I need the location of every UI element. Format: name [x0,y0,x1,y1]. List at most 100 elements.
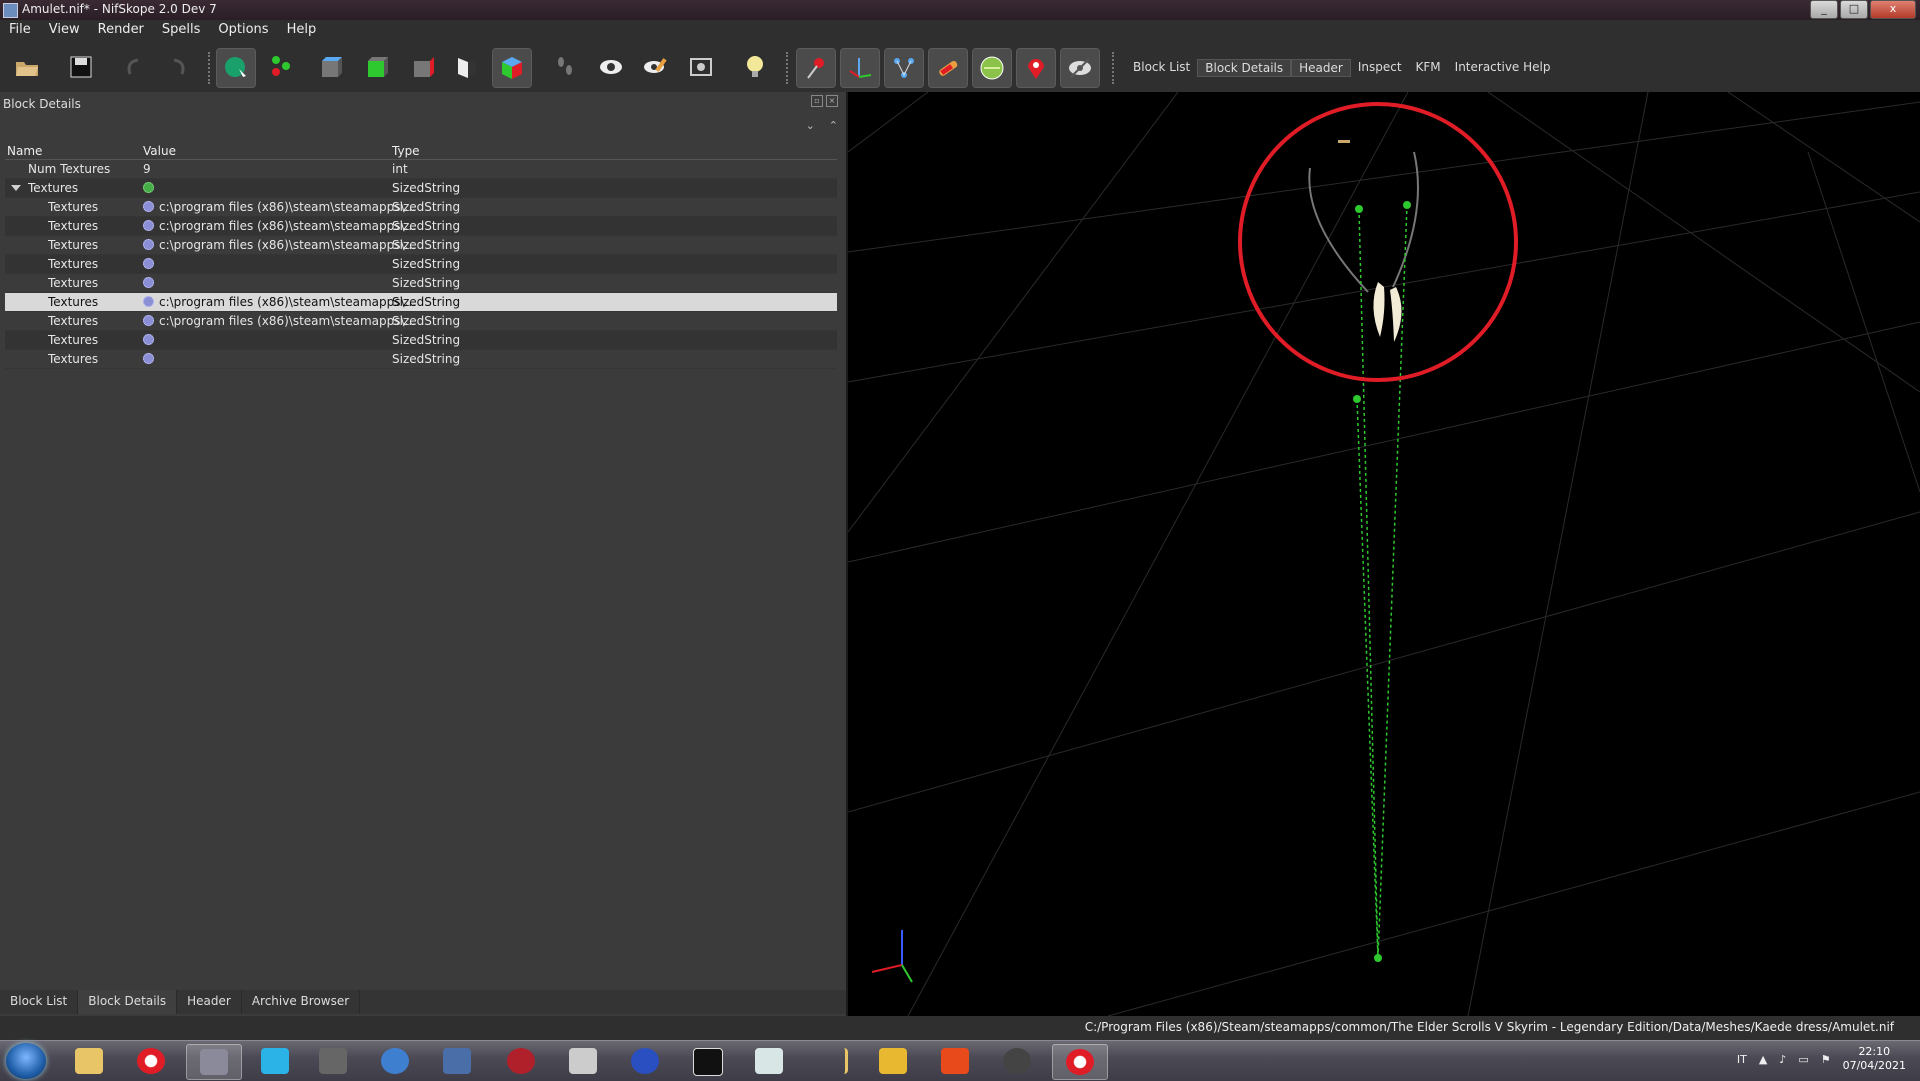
network-tray-icon[interactable]: ▭ [1798,1053,1808,1066]
view-top-button[interactable] [312,48,350,86]
lighting-button[interactable] [736,48,774,86]
language-indicator[interactable]: IT [1737,1053,1747,1066]
show-skeleton-button[interactable] [884,48,924,88]
table-row[interactable]: Textures c:\program files (x86)\steam\st… [5,236,837,255]
show-markers-button[interactable] [972,48,1012,88]
column-name[interactable]: Name [7,144,42,158]
taskbar-pen[interactable] [430,1044,484,1078]
table-row[interactable]: Textures SizedString [5,255,837,274]
taskbar-nifskope[interactable] [186,1044,242,1080]
table-row[interactable]: Textures c:\program files (x86)\steam\st… [5,198,837,217]
maximize-button[interactable]: □ [1840,0,1868,19]
walk-mode-button[interactable] [546,48,584,86]
toolbar-grip-3[interactable] [1112,52,1118,84]
screenshot-button[interactable] [682,48,720,86]
redo-button[interactable] [158,48,196,86]
gear-icon[interactable] [143,353,154,364]
gear-icon[interactable] [143,296,154,307]
close-button[interactable]: x [1870,0,1916,19]
menu-help[interactable]: Help [278,20,326,42]
link-interactive-help[interactable]: Interactive Help [1448,59,1558,77]
gear-icon[interactable] [143,201,154,212]
menu-file[interactable]: File [0,20,40,42]
volume-icon[interactable]: ♪ [1779,1053,1786,1066]
taskbar-window[interactable] [742,1044,796,1078]
taskbar-speaker[interactable] [306,1044,360,1078]
taskbar-spider[interactable] [494,1044,548,1078]
collapse-all-icon[interactable]: ⌃ [829,119,838,132]
table-row[interactable]: Textures SizedString [5,331,837,350]
table-row[interactable]: Num Textures 9 int [5,160,837,179]
table-row[interactable]: Textures SizedString [5,274,837,293]
save-button[interactable] [62,48,100,86]
gear-icon[interactable] [143,220,154,231]
toolbar-grip-2[interactable] [786,52,792,84]
taskbar-opera-2[interactable] [1052,1044,1108,1080]
float-icon[interactable]: ▫ [811,95,823,107]
gear-icon[interactable] [143,315,154,326]
undo-button[interactable] [116,48,154,86]
taskbar-file-explorer[interactable] [62,1044,116,1078]
start-button[interactable] [6,1043,46,1079]
select-vertex-button[interactable] [262,48,300,86]
view-side-button[interactable] [404,48,442,86]
view-front-button[interactable] [358,48,396,86]
row-value[interactable]: c:\program files (x86)\steam\steamapps\.… [159,200,416,214]
gear-icon[interactable] [143,334,154,345]
taskbar-f-app[interactable] [928,1044,982,1078]
taskbar-arrow[interactable] [804,1044,858,1078]
gear-icon[interactable] [143,258,154,269]
link-kfm[interactable]: KFM [1409,59,1448,77]
column-value[interactable]: Value [143,144,176,158]
menu-spells[interactable]: Spells [153,20,210,42]
taskbar-nmm[interactable] [680,1044,734,1078]
menu-options[interactable]: Options [209,20,277,42]
table-row[interactable]: Textures c:\program files (x86)\steam\st… [5,312,837,331]
link-header[interactable]: Header [1291,59,1351,77]
amulet-model[interactable] [1308,140,1419,342]
link-block-list[interactable]: Block List [1126,59,1197,77]
tab-archive-browser[interactable]: Archive Browser [242,990,361,1014]
show-hidden-button[interactable] [592,48,630,86]
taskbar-creation-kit[interactable] [990,1044,1044,1078]
toolbar-grip[interactable] [208,52,214,84]
row-value[interactable]: c:\program files (x86)\steam\steamapps\.… [159,295,416,309]
tray-expand-icon[interactable]: ▲ [1759,1053,1767,1066]
row-value[interactable]: c:\program files (x86)\steam\steamapps\.… [159,238,416,252]
row-value[interactable]: 9 [143,162,151,176]
expand-all-icon[interactable]: ⌄ [806,119,815,132]
taskbar-headphones[interactable] [618,1044,672,1078]
table-row[interactable]: Textures c:\program files (x86)\steam\st… [5,217,837,236]
collapse-arrow-icon[interactable] [11,185,21,191]
load-button[interactable] [8,48,46,86]
taskbar-music[interactable] [248,1044,302,1078]
gear-icon[interactable] [143,277,154,288]
select-object-button[interactable] [216,48,256,88]
show-constraints-button[interactable] [928,48,968,88]
refresh-icon[interactable] [143,182,154,193]
table-row-selected[interactable]: Textures c:\program files (x86)\steam\st… [5,293,837,312]
3d-viewport[interactable] [848,92,1920,1016]
nifskope-app-icon[interactable] [3,3,18,18]
tab-block-details[interactable]: Block Details [78,990,178,1014]
minimize-button[interactable]: _ [1810,0,1838,19]
column-type[interactable]: Type [392,144,420,158]
gear-icon[interactable] [143,239,154,250]
close-icon[interactable]: × [826,95,838,107]
hide-button[interactable] [1060,48,1100,88]
row-value[interactable]: c:\program files (x86)\steam\steamapps\.… [159,314,416,328]
link-inspect[interactable]: Inspect [1351,59,1409,77]
taskbar-ffdec[interactable] [368,1044,422,1078]
table-row[interactable]: Textures SizedString [5,350,837,369]
show-havok-button[interactable] [1016,48,1056,88]
view-user-button[interactable] [492,48,532,88]
taskbar-archive[interactable] [866,1044,920,1078]
tab-block-list[interactable]: Block List [0,990,79,1014]
row-value[interactable]: c:\program files (x86)\steam\steamapps\.… [159,219,416,233]
clock[interactable]: 22:10 07/04/2021 [1843,1045,1906,1073]
menu-render[interactable]: Render [89,20,153,42]
view-perspective-button[interactable] [448,48,486,86]
show-axes-button[interactable] [796,48,836,88]
flag-icon[interactable]: ⚑ [1821,1053,1831,1066]
taskbar-network[interactable] [556,1044,610,1078]
